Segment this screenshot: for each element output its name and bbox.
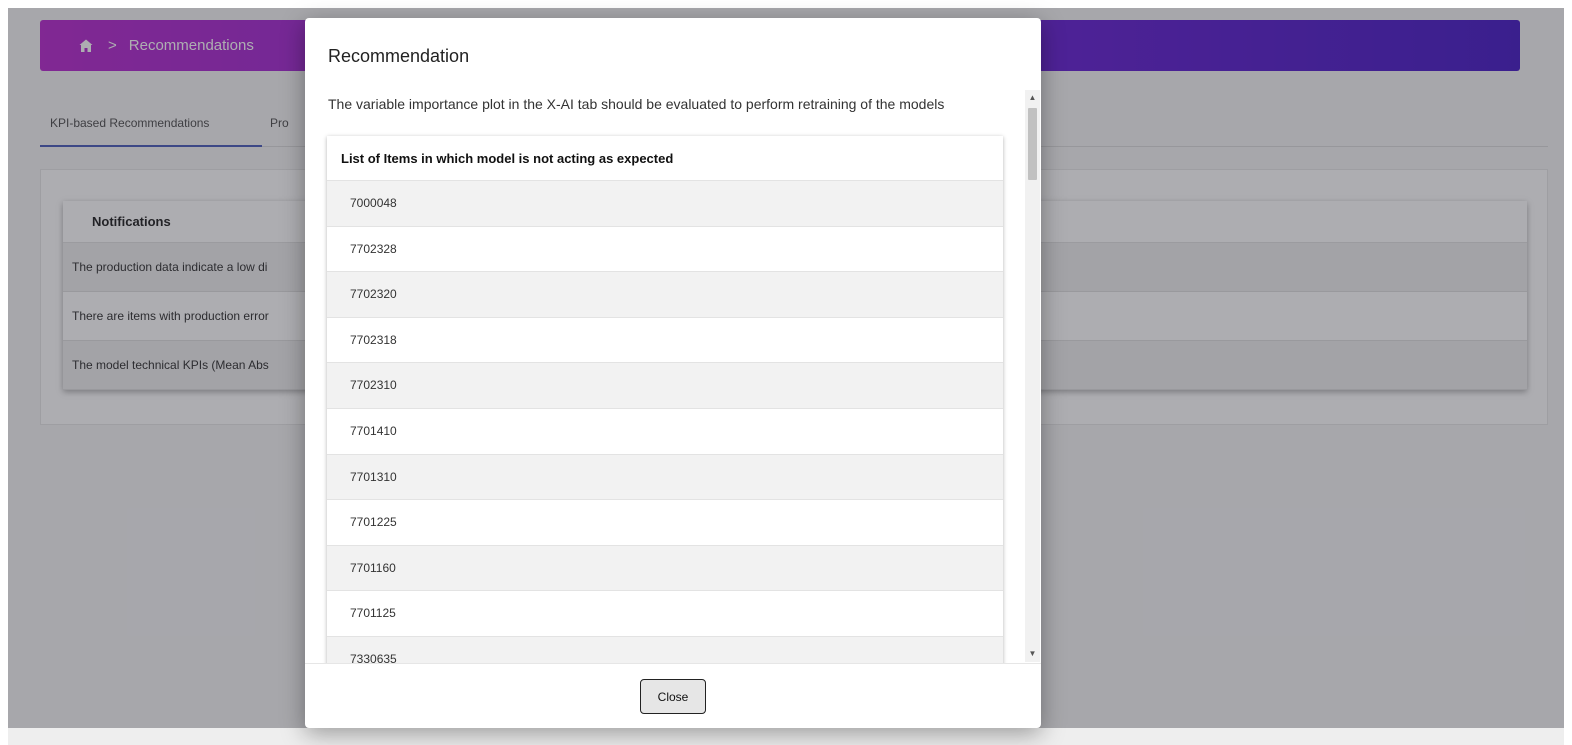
- recommendation-dialog: Recommendation The variable importance p…: [305, 18, 1041, 728]
- items-list-header: List of Items in which model is not acti…: [327, 136, 1003, 181]
- scroll-up-arrow-icon[interactable]: ▲: [1025, 90, 1040, 106]
- page-footer-strip: [8, 728, 1564, 745]
- list-item[interactable]: 7330635: [327, 636, 1003, 663]
- list-item[interactable]: 7701225: [327, 500, 1003, 546]
- recommendation-message: The variable importance plot in the X-AI…: [328, 96, 945, 112]
- dialog-footer: Close: [305, 663, 1041, 728]
- scroll-down-arrow-icon[interactable]: ▼: [1025, 646, 1040, 662]
- list-item[interactable]: 7701125: [327, 591, 1003, 637]
- list-item[interactable]: 7701160: [327, 545, 1003, 592]
- dialog-scrollbar[interactable]: ▲ ▼: [1025, 90, 1040, 662]
- items-list: 7000048 7702328 7702320 7702318 7702310 …: [327, 181, 1003, 663]
- dialog-title: Recommendation: [328, 46, 470, 66]
- list-item[interactable]: 7702328: [327, 226, 1003, 273]
- list-item[interactable]: 7702310: [327, 363, 1003, 409]
- close-button[interactable]: Close: [640, 679, 706, 714]
- list-item[interactable]: 7000048: [327, 181, 1003, 227]
- dialog-body: The variable importance plot in the X-AI…: [305, 88, 1041, 663]
- list-item[interactable]: 7701310: [327, 454, 1003, 501]
- scrollbar-thumb[interactable]: [1028, 108, 1037, 180]
- list-item[interactable]: 7702318: [327, 317, 1003, 364]
- list-item[interactable]: 7701410: [327, 408, 1003, 455]
- items-list-card: List of Items in which model is not acti…: [327, 136, 1003, 663]
- list-item[interactable]: 7702320: [327, 272, 1003, 318]
